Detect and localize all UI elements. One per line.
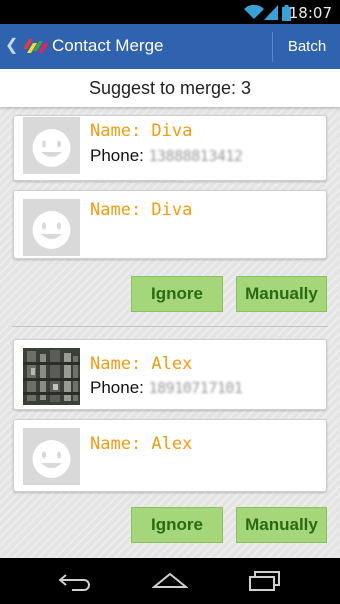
- contact-card[interactable]: Name: Diva: [13, 190, 327, 259]
- merge-summary: Suggest to merge: 3: [0, 69, 340, 107]
- clock: 18:07: [288, 4, 332, 22]
- contact-phone: Phone: 18910717101: [90, 378, 243, 397]
- manually-button[interactable]: Manually: [236, 276, 327, 312]
- contact-phone: Phone: 13888813412: [90, 146, 243, 165]
- system-nav-bar: [0, 558, 340, 604]
- up-caret-icon[interactable]: ❮: [5, 35, 18, 55]
- contact-card[interactable]: Name: Diva Phone: 13888813412: [13, 115, 327, 181]
- default-avatar-icon: [23, 117, 80, 174]
- contact-name: Name: Alex: [90, 434, 193, 454]
- wifi-icon: [244, 5, 264, 19]
- phone-number: 18910717101: [148, 379, 243, 397]
- batch-button[interactable]: Batch: [274, 24, 340, 69]
- phone-number: 13888813412: [148, 147, 243, 165]
- ignore-button[interactable]: Ignore: [131, 507, 223, 543]
- recents-nav-icon[interactable]: [248, 571, 282, 591]
- contact-card[interactable]: Name: Alex Phone: 18910717101: [13, 339, 327, 410]
- contact-name: Name: Diva: [90, 200, 193, 220]
- app-title: Contact Merge: [52, 36, 164, 55]
- back-nav-icon[interactable]: [58, 571, 92, 591]
- ignore-button[interactable]: Ignore: [131, 276, 223, 312]
- manually-button[interactable]: Manually: [236, 507, 327, 543]
- contact-name: Name: Alex: [90, 354, 193, 374]
- signal-icon: [264, 5, 278, 20]
- photo-avatar: [23, 348, 80, 405]
- action-divider: [272, 32, 273, 62]
- contact-card[interactable]: Name: Alex: [13, 419, 327, 492]
- default-avatar-icon: [23, 428, 80, 485]
- app-logo-icon[interactable]: [23, 37, 49, 55]
- status-bar: 18:07: [0, 0, 340, 24]
- default-avatar-icon: [23, 199, 80, 256]
- contact-name: Name: Diva: [90, 121, 193, 141]
- merge-list[interactable]: Suggest to merge: 3 Name: Diva Phone: 13…: [0, 69, 340, 558]
- group-divider: [12, 326, 328, 327]
- home-nav-icon[interactable]: [152, 571, 188, 591]
- action-bar: ❮ Contact Merge Batch: [0, 24, 340, 69]
